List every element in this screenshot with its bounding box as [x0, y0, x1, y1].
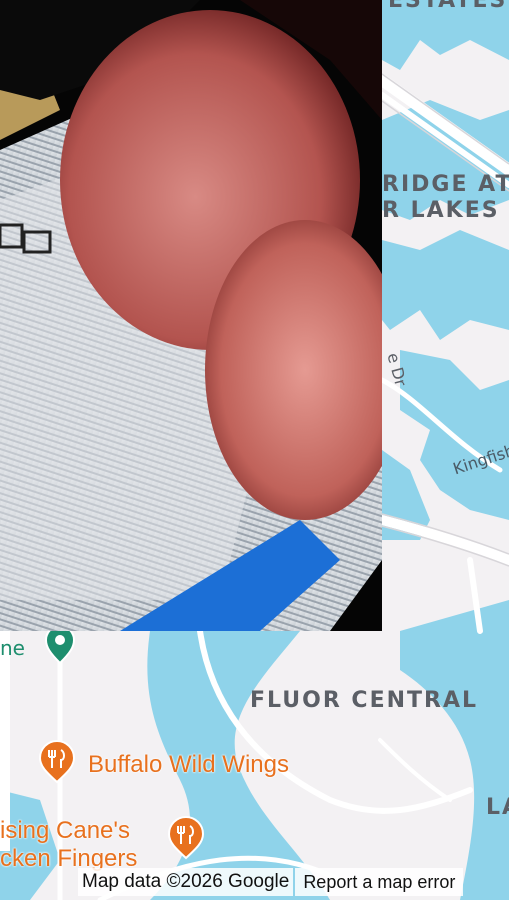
- overlay-photo: [0, 0, 382, 631]
- map-footer: Map data ©2026 Google Report a map error: [78, 868, 464, 896]
- map-attribution: Map data ©2026 Google: [78, 868, 294, 896]
- map-label-edge-ne: ne: [0, 636, 25, 660]
- map-label-ridge-line2: R LAKES: [382, 198, 500, 223]
- map-label-ridge-line1: RIDGE AT: [382, 172, 509, 197]
- map-label-estates: ESTATES: [388, 0, 508, 13]
- map-label-edge-la: LA: [486, 795, 509, 820]
- poi-label-buffalo-wild-wings[interactable]: Buffalo Wild Wings: [88, 751, 289, 779]
- report-map-error-link[interactable]: Report a map error: [295, 868, 464, 896]
- map-label-fluor-central: FLUOR CENTRAL: [250, 688, 479, 713]
- poi-label-raising-canes-line1[interactable]: ising Cane's: [0, 817, 130, 845]
- photo-finger-on-phone: [0, 0, 382, 631]
